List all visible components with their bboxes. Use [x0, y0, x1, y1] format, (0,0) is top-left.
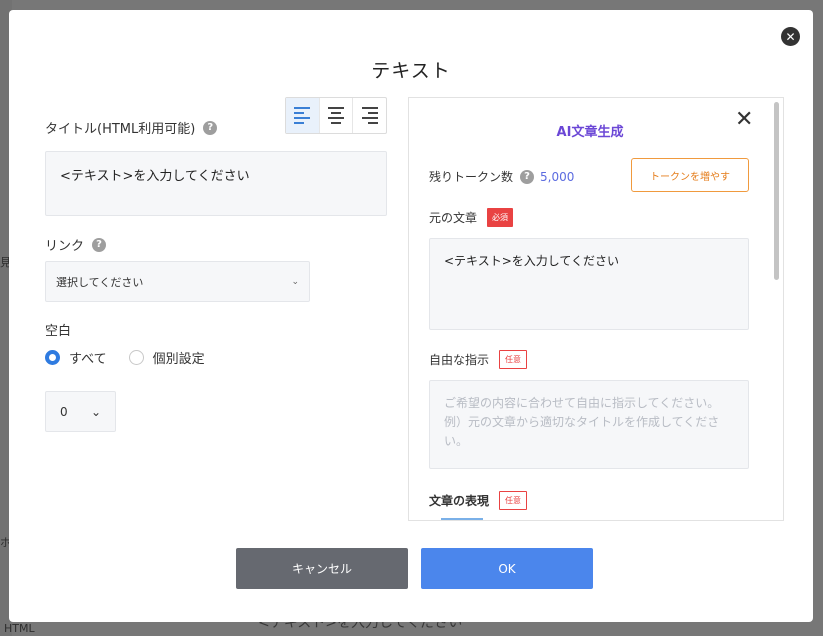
align-center-button[interactable] [320, 98, 354, 133]
required-badge: 必須 [487, 208, 514, 227]
align-right-icon [361, 107, 378, 124]
scrollbar-thumb[interactable] [774, 102, 779, 280]
spacing-label: 空白 [45, 320, 71, 339]
chevron-down-icon: ⌄ [291, 276, 299, 287]
instruction-label: 自由な指示 [429, 353, 490, 367]
token-label: 残りトークン数 [429, 170, 514, 184]
radio-all-label: すべて [69, 352, 107, 367]
original-text-input[interactable]: <テキスト>を入力してください [429, 238, 749, 330]
chevron-down-icon: ⌄ [90, 404, 101, 419]
link-select[interactable]: 選択してください ⌄ [45, 261, 310, 302]
align-left-icon [294, 107, 311, 124]
link-field-label: リンク ? [45, 235, 107, 254]
align-center-icon [328, 107, 344, 124]
spacing-value: 0 [60, 404, 68, 419]
spacing-label-text: 空白 [45, 324, 72, 339]
text-align-group [285, 97, 387, 134]
help-icon[interactable]: ? [203, 120, 218, 135]
expression-label-row: 文章の表現 任意 [429, 491, 528, 510]
expression-option-partial[interactable] [441, 518, 483, 520]
help-icon[interactable]: ? [520, 169, 535, 184]
modal-title: テキスト [371, 60, 451, 82]
original-text-label: 元の文章 [429, 211, 478, 225]
ok-button[interactable]: OK [421, 548, 593, 589]
align-left-button[interactable] [286, 98, 320, 133]
spacing-value-select[interactable]: 0 ⌄ [45, 391, 116, 432]
original-text-label-row: 元の文章 必須 [429, 208, 514, 227]
radio-individual[interactable] [128, 350, 144, 365]
link-select-value: 選択してください [56, 275, 144, 289]
instruction-label-row: 自由な指示 任意 [429, 350, 528, 369]
cancel-button[interactable]: キャンセル [236, 548, 408, 589]
close-icon[interactable]: ✕ [735, 109, 753, 131]
optional-badge: 任意 [499, 491, 528, 510]
close-icon[interactable]: ✕ [781, 27, 800, 46]
text-edit-modal: テキスト ✕ タイトル(HTML利用可能) ? <テキスト>を入力してください … [9, 10, 813, 622]
radio-all[interactable] [45, 350, 60, 365]
title-input[interactable]: <テキスト>を入力してください [45, 151, 387, 216]
optional-badge: 任意 [499, 350, 528, 369]
token-count: 5,000 [540, 169, 575, 184]
align-right-button[interactable] [353, 98, 386, 133]
radio-individual-label: 個別設定 [152, 352, 205, 367]
link-label-text: リンク [45, 239, 85, 254]
expression-label: 文章の表現 [429, 494, 490, 508]
token-row: 残りトークン数 ? 5,000 [429, 168, 574, 185]
title-label-text: タイトル(HTML利用可能) [45, 122, 196, 137]
title-field-label: タイトル(HTML利用可能) ? [45, 118, 218, 137]
add-tokens-button[interactable]: トークンを増やす [631, 158, 749, 192]
spacing-radio-group: すべて 個別設定 [45, 348, 227, 367]
instruction-input[interactable]: ご希望の内容に合わせて自由に指示してください。例）元の文章から適切なタイトルを作… [429, 380, 749, 469]
ai-text-generation-panel: AI文章生成 ✕ 残りトークン数 ? 5,000 トークンを増やす 元の文章 必… [408, 97, 784, 521]
ai-panel-title: AI文章生成 [556, 125, 624, 140]
help-icon[interactable]: ? [92, 237, 107, 252]
